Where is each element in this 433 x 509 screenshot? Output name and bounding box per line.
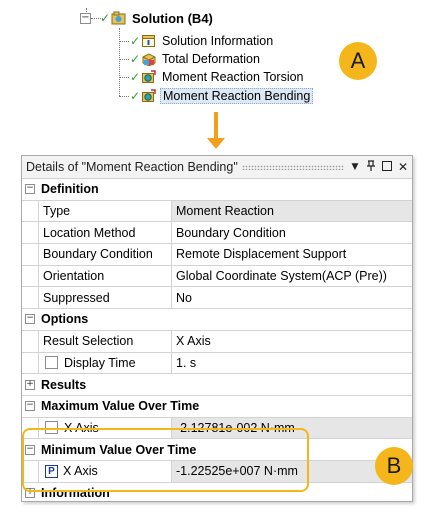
- tree-connector: [119, 96, 129, 97]
- property-row-result-selection[interactable]: Result Selection X Axis: [22, 330, 412, 353]
- solution-info-icon: [141, 34, 156, 48]
- property-label-text: Display Time: [64, 355, 136, 370]
- tree-node-solution[interactable]: ✓ Solution (B4): [100, 9, 215, 27]
- details-title-bar: Details of "Moment Reaction Bending" ▼ ✕: [22, 156, 412, 179]
- property-value[interactable]: Boundary Condition: [172, 222, 412, 243]
- tree-node-label: Moment Reaction Torsion: [162, 70, 304, 84]
- property-label: Result Selection: [39, 330, 172, 352]
- row-indent: [22, 330, 39, 352]
- collapse-toggle-icon[interactable]: −: [22, 309, 38, 330]
- section-title: Options: [41, 312, 89, 327]
- row-indent: [22, 352, 39, 374]
- tree-connector: [119, 59, 129, 60]
- property-label: Location Method: [39, 222, 172, 244]
- collapse-toggle-icon[interactable]: −: [22, 396, 38, 417]
- section-maximum-value[interactable]: − Maximum Value Over Time: [22, 395, 412, 418]
- check-icon: ✓: [130, 34, 141, 48]
- tree-node-label: Total Deformation: [162, 52, 260, 66]
- collapse-toggle-icon[interactable]: −: [80, 13, 91, 24]
- details-title: Details of "Moment Reaction Bending": [26, 160, 238, 174]
- collapse-toggle-icon[interactable]: −: [22, 179, 38, 200]
- property-label: Display Time: [39, 352, 172, 374]
- tree-node-label: Solution (B4): [132, 10, 213, 26]
- row-indent: [22, 265, 39, 287]
- section-title: Maximum Value Over Time: [41, 399, 200, 414]
- arrow-head-icon: [207, 138, 225, 149]
- arrow-icon: [214, 112, 218, 140]
- close-icon[interactable]: ✕: [396, 160, 410, 174]
- check-icon: ✓: [100, 11, 111, 25]
- property-row-location-method[interactable]: Location Method Boundary Condition: [22, 222, 412, 245]
- check-icon: ✓: [130, 52, 141, 66]
- property-value[interactable]: X Axis: [172, 331, 412, 352]
- probe-icon: [141, 89, 156, 103]
- row-indent: [22, 222, 39, 244]
- section-title: Results: [41, 377, 87, 392]
- property-value: Moment Reaction: [172, 200, 412, 222]
- pin-icon[interactable]: [364, 159, 378, 175]
- section-options[interactable]: − Options: [22, 309, 412, 331]
- expand-toggle-icon[interactable]: +: [22, 374, 38, 395]
- row-indent: [22, 200, 39, 222]
- section-title: Definition: [41, 182, 99, 197]
- property-value[interactable]: Global Coordinate System(ACP (Pre)): [172, 266, 412, 287]
- property-row-display-time[interactable]: Display Time 1. s: [22, 352, 412, 375]
- property-label: Orientation: [39, 265, 172, 287]
- tree-node-label: Moment Reaction Bending: [160, 88, 314, 104]
- callout-b: B: [375, 447, 413, 485]
- row-indent: [22, 287, 39, 309]
- tree-node-solution-information[interactable]: ✓ Solution Information: [130, 32, 275, 50]
- property-value[interactable]: 1. s: [172, 353, 412, 374]
- property-row-type[interactable]: Type Moment Reaction: [22, 200, 412, 223]
- property-label: Suppressed: [39, 287, 172, 309]
- row-indent: [22, 244, 39, 265]
- property-value[interactable]: No: [172, 287, 412, 308]
- result-icon: [141, 52, 156, 67]
- maximize-icon[interactable]: [380, 160, 394, 174]
- section-definition[interactable]: − Definition: [22, 179, 412, 201]
- check-icon: ✓: [130, 70, 141, 84]
- probe-icon: [141, 70, 156, 84]
- section-results[interactable]: + Results: [22, 374, 412, 396]
- callout-a: A: [339, 42, 377, 80]
- property-row-boundary-condition[interactable]: Boundary Condition Remote Displacement S…: [22, 244, 412, 266]
- property-label: Boundary Condition: [39, 244, 172, 265]
- check-icon: ✓: [130, 89, 141, 103]
- tree-connector: [119, 28, 120, 96]
- property-row-suppressed[interactable]: Suppressed No: [22, 287, 412, 310]
- parameter-checkbox[interactable]: [45, 356, 58, 370]
- tree-node-total-deformation[interactable]: ✓ Total Deformation: [130, 50, 262, 68]
- highlight-box: [22, 428, 309, 492]
- grip-handle[interactable]: [241, 164, 344, 170]
- tree-node-moment-reaction-bending[interactable]: ✓ Moment Reaction Bending: [130, 87, 314, 105]
- tree-connector: [119, 77, 129, 78]
- property-value[interactable]: Remote Displacement Support: [172, 244, 412, 265]
- tree-node-label: Solution Information: [162, 34, 274, 48]
- tree-connector: [119, 41, 129, 42]
- solution-tree: − ✓ Solution (B4) ✓ Solution Information…: [0, 0, 433, 112]
- property-row-orientation[interactable]: Orientation Global Coordinate System(ACP…: [22, 265, 412, 288]
- solution-icon: [111, 11, 126, 25]
- tree-node-moment-reaction-torsion[interactable]: ✓ Moment Reaction Torsion: [130, 68, 306, 86]
- dropdown-arrow-icon[interactable]: ▼: [348, 162, 362, 172]
- property-label: Type: [39, 200, 172, 222]
